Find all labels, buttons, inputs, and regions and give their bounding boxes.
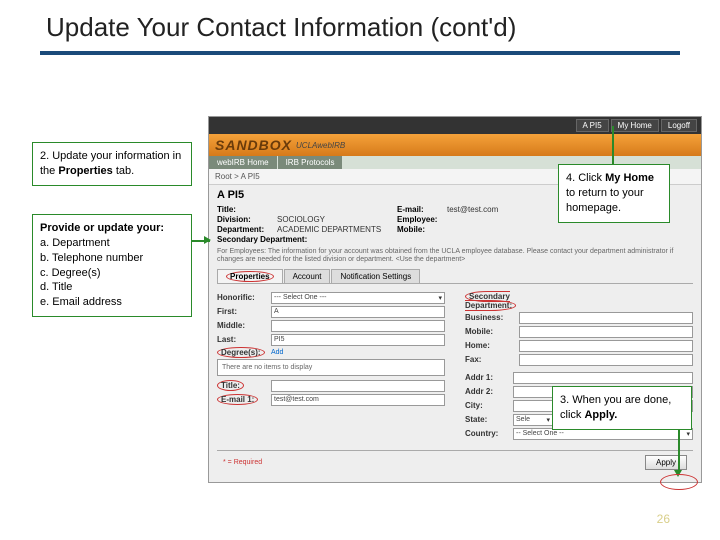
value: ACADEMIC DEPARTMENTS: [277, 225, 397, 234]
text: to return to your homepage.: [566, 187, 644, 214]
addr1-input[interactable]: [513, 372, 693, 384]
arrow-head: [204, 236, 211, 244]
banner-sub: UCLAwebIRB: [296, 141, 345, 150]
value: [447, 215, 567, 224]
label: Degree(s):: [217, 347, 265, 358]
label: E-mail 1:: [217, 394, 258, 405]
text-bold: Properties: [58, 165, 112, 177]
tab-irb-protocols[interactable]: IRB Protocols: [278, 156, 343, 169]
heading: Provide or update your:: [40, 221, 184, 236]
label: Addr 2:: [465, 387, 513, 396]
first-input[interactable]: A: [271, 306, 445, 318]
label: Business:: [465, 313, 519, 322]
bottom-bar: * = Required Apply: [217, 450, 693, 474]
callout-step2: 2. Update your information in the Proper…: [32, 142, 192, 186]
item: a. Department: [40, 236, 184, 251]
tab-webirb-home[interactable]: webIRB Home: [209, 156, 277, 169]
item: c. Degree(s): [40, 266, 184, 281]
degree-box: There are no items to display: [217, 359, 445, 376]
label: First:: [217, 307, 271, 316]
label: Employee:: [397, 215, 447, 224]
label: Addr 1:: [465, 373, 513, 382]
form-left-col: Honorific:--- Select One --- First:A Mid…: [217, 290, 445, 442]
last-input[interactable]: PI5: [271, 334, 445, 346]
label: Country:: [465, 429, 513, 438]
label: Department:: [217, 225, 277, 234]
text: tab.: [113, 165, 134, 177]
value: SOCIOLOGY: [277, 215, 397, 224]
arrow-line: [612, 126, 614, 164]
label: Secondary Department:: [217, 235, 337, 244]
label: Middle:: [217, 321, 271, 330]
title-underline: [40, 51, 680, 55]
info-row: Department:ACADEMIC DEPARTMENTS Mobile:: [217, 225, 693, 234]
sub-tabs: Properties Account Notification Settings: [217, 269, 693, 284]
value: [277, 205, 397, 214]
callout-step3: 3. When you are done, click Apply.: [552, 386, 692, 430]
app-topbar: A PI5 My Home Logoff: [209, 117, 701, 134]
topbar-my-home[interactable]: My Home: [611, 119, 659, 132]
label: E-mail:: [397, 205, 447, 214]
sandbox-banner: SANDBOX UCLAwebIRB: [209, 134, 701, 156]
item: d. Title: [40, 280, 184, 295]
text-bold: My Home: [605, 172, 654, 184]
title-input[interactable]: [271, 380, 445, 392]
info-note: For Employees: The information for your …: [217, 248, 693, 265]
topbar-user: A PI5: [576, 119, 609, 132]
mobile-input[interactable]: [519, 326, 693, 338]
label: Division:: [217, 215, 277, 224]
label: Secondary Department:: [465, 291, 516, 311]
middle-input[interactable]: [271, 320, 445, 332]
info-row: Secondary Department:: [217, 235, 693, 244]
label: Title:: [217, 205, 277, 214]
fax-input[interactable]: [519, 354, 693, 366]
label: Fax:: [465, 355, 519, 364]
business-input[interactable]: [519, 312, 693, 324]
label: Home:: [465, 341, 519, 350]
subtab-properties[interactable]: Properties: [217, 269, 283, 283]
state-select[interactable]: Sele: [513, 414, 553, 426]
subtab-account[interactable]: Account: [284, 269, 331, 283]
subtab-notification[interactable]: Notification Settings: [331, 269, 420, 283]
topbar-logoff[interactable]: Logoff: [661, 119, 697, 132]
label: Honorific:: [217, 293, 271, 302]
label: Properties: [226, 271, 274, 282]
apply-button[interactable]: Apply: [645, 455, 687, 470]
honorific-select[interactable]: --- Select One ---: [271, 292, 445, 304]
content-area: A PI5 Title: E-mail:test@test.com Divisi…: [209, 185, 701, 482]
label: State:: [465, 415, 513, 424]
add-link[interactable]: Add: [271, 349, 283, 356]
email-input[interactable]: test@test.com: [271, 394, 445, 406]
arrow-line: [678, 430, 680, 472]
callout-step4: 4. Click My Home to return to your homep…: [558, 164, 670, 223]
callout-provide: Provide or update your: a. Department b.…: [32, 214, 192, 317]
text: 4. Click: [566, 172, 605, 184]
required-note: * = Required: [223, 459, 262, 466]
label: Title:: [217, 380, 244, 391]
slide-title: Update Your Contact Information (cont'd): [0, 0, 720, 47]
page-number: 26: [657, 512, 670, 526]
banner-main: SANDBOX: [215, 137, 292, 153]
label: Mobile:: [397, 225, 447, 234]
label: Mobile:: [465, 327, 519, 336]
item: e. Email address: [40, 295, 184, 310]
text-bold: Apply.: [584, 409, 617, 421]
value: test@test.com: [447, 205, 567, 214]
apply-highlight-circle: [660, 474, 698, 490]
value: [447, 225, 567, 234]
item: b. Telephone number: [40, 251, 184, 266]
label: City:: [465, 401, 513, 410]
home-input[interactable]: [519, 340, 693, 352]
label: Last:: [217, 335, 271, 344]
